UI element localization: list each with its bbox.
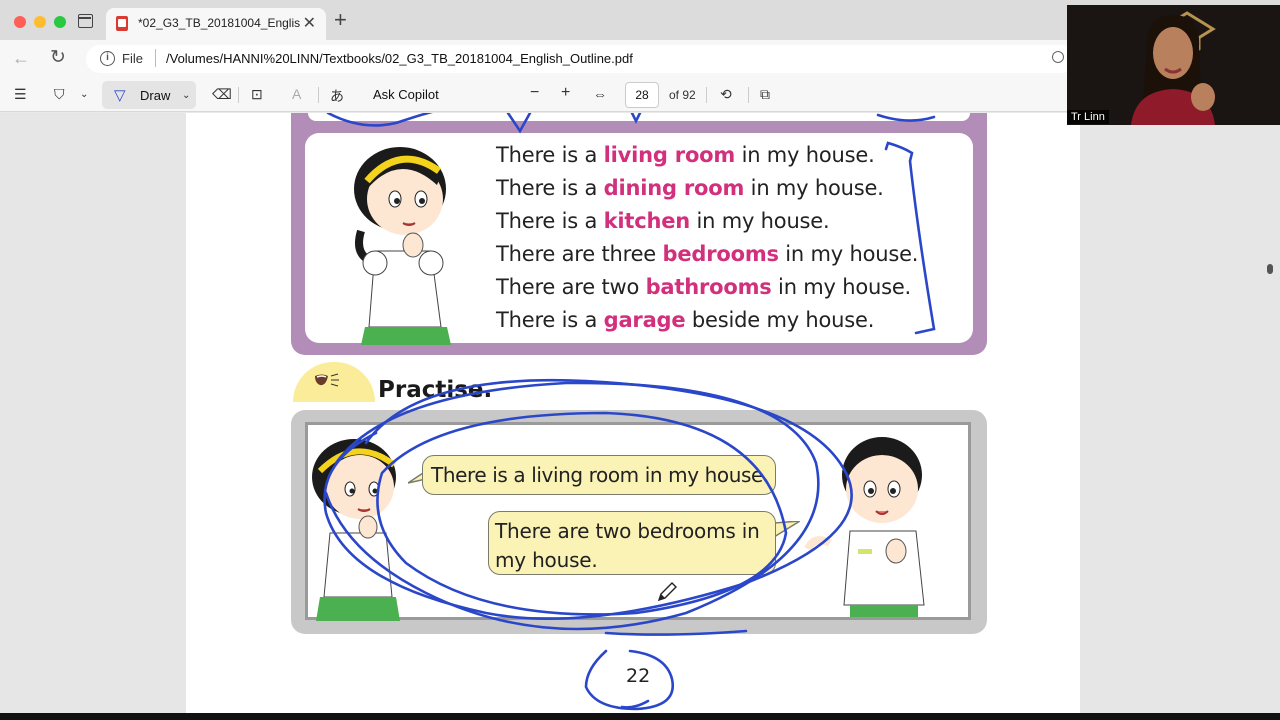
- sentence-line: There are three bedrooms in my house.: [496, 242, 919, 266]
- sentence-line: There is a dining room in my house.: [496, 176, 884, 200]
- draw-pen-icon: ▽: [114, 87, 126, 104]
- url-scheme-label: File: [122, 51, 143, 66]
- eraser-icon[interactable]: ⌫: [212, 86, 232, 103]
- page-view-icon[interactable]: ⧉: [760, 86, 770, 103]
- page-total-label: of 92: [669, 88, 696, 102]
- draw-label: Draw: [140, 88, 171, 103]
- window-bottom-edge: [0, 713, 1280, 720]
- page-number: 22: [626, 665, 651, 687]
- chevron-down-icon[interactable]: ⌄: [80, 89, 88, 100]
- practise-panel: There is a living room in my house. Ther…: [305, 422, 971, 621]
- rotate-icon[interactable]: ⟲: [720, 86, 732, 103]
- translate-icon[interactable]: あ: [330, 86, 344, 106]
- girl-illustration: [354, 147, 451, 345]
- zoom-out-icon[interactable]: −: [530, 84, 539, 102]
- tab-close-icon[interactable]: ✕: [303, 13, 316, 33]
- reload-button[interactable]: ↻: [50, 46, 66, 69]
- scrollbar-thumb[interactable]: [1267, 264, 1273, 274]
- pdf-page: There is a living room in my house. Ther…: [186, 113, 1080, 713]
- bubble-tail: [774, 521, 800, 538]
- ask-copilot-button[interactable]: Ask Copilot: [373, 87, 439, 102]
- read-aloud-icon[interactable]: A: [292, 86, 301, 102]
- fit-to-page-icon[interactable]: ⇔: [593, 86, 607, 102]
- chevron-down-icon[interactable]: ⌄: [182, 90, 190, 101]
- grammar-box: There is a living room in my house. Ther…: [291, 113, 987, 355]
- boy-illustration: [804, 437, 925, 617]
- sentence-line: There are two bathrooms in my house.: [496, 275, 912, 299]
- url-divider: [155, 49, 156, 67]
- url-field[interactable]: i File /Volumes/HANNI%20LINN/Textbooks/0…: [86, 45, 1076, 73]
- back-button[interactable]: ←: [12, 48, 30, 69]
- girl-illustration: [312, 439, 400, 621]
- pencil-cursor-icon: [657, 582, 677, 602]
- tab-actions-icon[interactable]: [78, 14, 93, 28]
- example-sentences: There is a living room in my house. Ther…: [496, 139, 918, 337]
- grammar-panel: There is a living room in my house. Ther…: [305, 133, 973, 345]
- speech-bubble-girl: There is a living room in my house.: [422, 455, 776, 495]
- table-of-contents-icon[interactable]: ☰: [14, 86, 27, 103]
- sentence-line: There is a garage beside my house.: [496, 308, 875, 332]
- webcam-overlay: Tr Linn: [1067, 5, 1280, 125]
- speech-bubble-boy: There are two bedrooms in my house.: [488, 511, 776, 575]
- draw-button[interactable]: ▽ Draw ⌄: [102, 81, 196, 109]
- url-text[interactable]: /Volumes/HANNI%20LINN/Textbooks/02_G3_TB…: [166, 51, 633, 66]
- info-icon[interactable]: i: [100, 51, 115, 66]
- new-tab-button[interactable]: +: [334, 9, 347, 31]
- practise-heading: Practise.: [378, 377, 493, 403]
- zoom-in-icon[interactable]: +: [561, 84, 570, 102]
- toolbar-divider: [238, 87, 239, 103]
- zoom-icon[interactable]: [1052, 51, 1064, 63]
- previous-panel-bottom: [308, 113, 970, 121]
- add-text-icon[interactable]: ⊡: [251, 86, 263, 103]
- participant-name: Tr Linn: [1067, 110, 1109, 124]
- sentence-line: There is a living room in my house.: [496, 143, 875, 167]
- highlight-icon[interactable]: ⛉: [54, 86, 65, 103]
- window-close-button[interactable]: [14, 16, 26, 28]
- pdf-viewer[interactable]: There is a living room in my house. Ther…: [0, 113, 1280, 713]
- toolbar-divider: [748, 87, 749, 103]
- sentence-line: There is a kitchen in my house.: [496, 209, 830, 233]
- window-maximize-button[interactable]: [54, 16, 66, 28]
- tab-active[interactable]: *02_G3_TB_20181004_English_Outline.pdf ✕: [106, 8, 326, 40]
- speaking-mouth-icon: [315, 373, 339, 387]
- practise-box: There is a living room in my house. Ther…: [291, 410, 987, 634]
- toolbar-divider: [706, 87, 707, 103]
- pdf-file-icon: [116, 16, 128, 31]
- presenter-video: [1131, 15, 1215, 125]
- toolbar-divider: [318, 87, 319, 103]
- tab-title: *02_G3_TB_20181004_English_Outline.pdf: [138, 16, 300, 30]
- page-number-input[interactable]: 28: [625, 82, 659, 108]
- window-minimize-button[interactable]: [34, 16, 46, 28]
